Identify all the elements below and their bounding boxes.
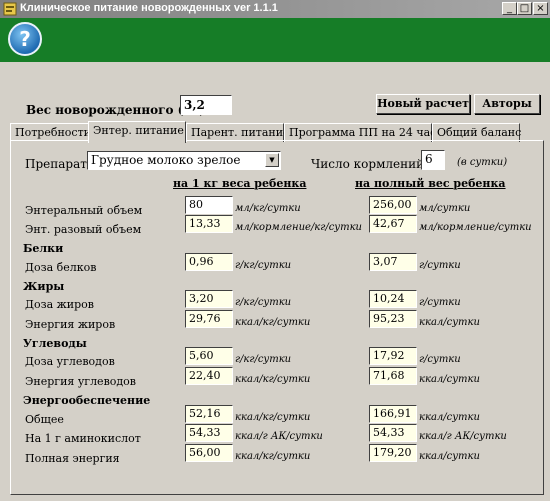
energy-total-full: 166,91 [369, 405, 417, 423]
fat-dose-label: Доза жиров [25, 298, 94, 311]
carb-dose-unit-kg: г/кг/сутки [235, 354, 292, 365]
prep-select-value: Грудное молоко зрелое [91, 153, 241, 167]
energy-total-unit-kg: ккал/кг/сутки [235, 412, 311, 423]
toolbar: ? [0, 18, 550, 62]
energy-full-unit-kg: ккал/кг/сутки [235, 451, 311, 462]
window-titlebar: Клиническое питание новорожденных ver 1.… [0, 0, 550, 18]
protein-dose-full: 3,07 [369, 253, 417, 271]
energy-per-aa-unit-full: ккал/г АК/сутки [419, 431, 507, 442]
energy-full-full: 179,20 [369, 444, 417, 462]
energy-per-aa-unit-kg: ккал/г АК/сутки [235, 431, 323, 442]
fat-dose-kg: 3,20 [185, 290, 233, 308]
single-volume-label: Энт. разовый объем [25, 223, 142, 236]
fat-energy-kg: 29,76 [185, 310, 233, 328]
weight-label: Вес новорожденного (кг) [26, 103, 206, 117]
section-carbs: Углеводы [23, 337, 87, 350]
close-button[interactable]: × [533, 2, 548, 15]
energy-total-kg: 52,16 [185, 405, 233, 423]
enteral-volume-label: Энтеральный объем [25, 204, 143, 217]
energy-full-unit-full: ккал/сутки [419, 451, 480, 462]
fat-dose-unit-kg: г/кг/сутки [235, 297, 292, 308]
app-icon [3, 2, 17, 16]
section-fats: Жиры [23, 280, 65, 293]
tab-enteral[interactable]: Энтер. питание [88, 121, 186, 143]
new-calc-button[interactable]: Новый расчет [376, 94, 470, 114]
tab-panel-enteral: Препарат Грудное молоко зрелое ▼ Число к… [10, 140, 544, 495]
carb-energy-kg: 22,40 [185, 367, 233, 385]
enteral-volume-input[interactable]: 80 [185, 196, 233, 214]
protein-dose-unit-kg: г/кг/сутки [235, 260, 292, 271]
single-volume-unit-full: мл/кормление/сутки [419, 222, 532, 233]
energy-full-label: Полная энергия [25, 452, 120, 465]
fat-energy-full: 95,23 [369, 310, 417, 328]
fat-dose-unit-full: г/сутки [419, 297, 461, 308]
protein-dose-label: Доза белков [25, 261, 97, 274]
feedings-unit: (в сутки) [457, 157, 508, 168]
energy-per-aa-label: На 1 г аминокислот [25, 432, 141, 445]
carb-energy-unit-full: ккал/сутки [419, 374, 480, 385]
carb-energy-label: Энергия углеводов [25, 375, 136, 388]
weight-input[interactable]: 3,2 [180, 95, 232, 115]
fat-energy-label: Энергия жиров [25, 318, 116, 331]
energy-full-kg: 56,00 [185, 444, 233, 462]
single-volume-unit-kg: мл/кормление/кг/сутки [235, 222, 363, 233]
fat-dose-full: 10,24 [369, 290, 417, 308]
carb-dose-unit-full: г/сутки [419, 354, 461, 365]
fat-energy-unit-full: ккал/сутки [419, 317, 480, 328]
protein-dose-kg: 0,96 [185, 253, 233, 271]
carb-dose-kg: 5,60 [185, 347, 233, 365]
maximize-button[interactable]: □ [517, 2, 532, 15]
window-title: Клиническое питание новорожденных ver 1.… [20, 2, 278, 14]
authors-button[interactable]: Авторы [474, 94, 540, 114]
enteral-volume-unit-full: мл/сутки [419, 203, 471, 214]
energy-total-unit-full: ккал/сутки [419, 412, 480, 423]
section-proteins: Белки [23, 242, 64, 255]
carb-energy-unit-kg: ккал/кг/сутки [235, 374, 311, 385]
energy-total-label: Общее [25, 413, 64, 426]
help-icon[interactable]: ? [8, 22, 42, 56]
energy-per-aa-kg: 54,33 [185, 424, 233, 442]
minimize-button[interactable]: _ [502, 2, 517, 15]
header-full-weight: на полный вес ребенка [355, 177, 506, 190]
header-per-kg: на 1 кг веса ребенка [173, 177, 307, 190]
feedings-input[interactable]: 6 [421, 150, 445, 170]
section-energy: Энергообеспечение [23, 394, 151, 407]
feedings-label: Число кормлений [311, 157, 425, 171]
energy-per-aa-full: 54,33 [369, 424, 417, 442]
prep-select[interactable]: Грудное молоко зрелое ▼ [87, 151, 281, 170]
carb-energy-full: 71,68 [369, 367, 417, 385]
fat-energy-unit-kg: ккал/кг/сутки [235, 317, 311, 328]
chevron-down-icon[interactable]: ▼ [265, 153, 279, 167]
single-volume-full: 42,67 [369, 215, 417, 233]
carb-dose-label: Доза углеводов [25, 355, 115, 368]
carb-dose-full: 17,92 [369, 347, 417, 365]
single-volume-kg: 13,33 [185, 215, 233, 233]
main-frame: Вес новорожденного (кг) 3,2 Новый расчет… [4, 62, 546, 497]
protein-dose-unit-full: г/сутки [419, 260, 461, 271]
enteral-volume-full: 256,00 [369, 196, 417, 214]
prep-label: Препарат [25, 157, 87, 171]
enteral-volume-unit-kg: мл/кг/сутки [235, 203, 301, 214]
